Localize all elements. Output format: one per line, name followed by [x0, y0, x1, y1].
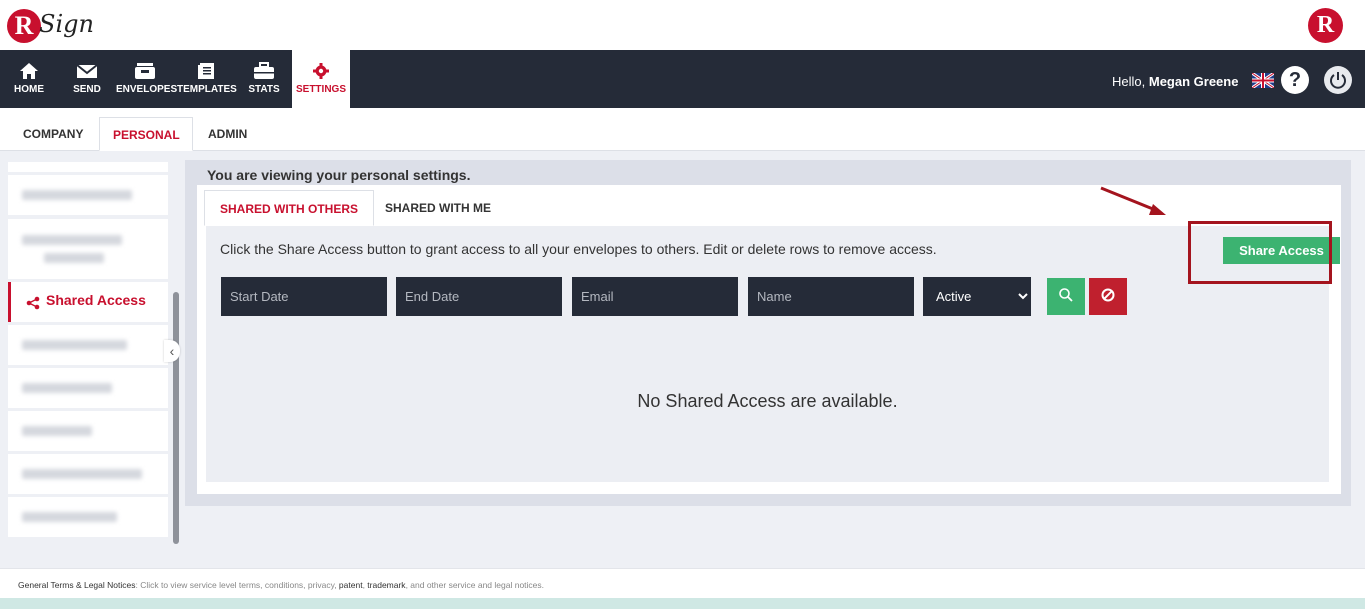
logo-text: Sign [39, 10, 94, 38]
blurred-label [22, 469, 142, 479]
nav-label: STATS [248, 84, 280, 95]
legal-text-end: , and other service and legal notices. [405, 580, 545, 590]
search-icon [1059, 288, 1073, 302]
sidebar-item-blurred[interactable] [8, 219, 168, 279]
envelope-icon [76, 64, 98, 78]
uk-flag-icon[interactable] [1252, 73, 1274, 88]
main-nav: HOME SEND ENVELOPES TEMPLATES STATS SETT… [0, 50, 1365, 108]
nav-label: SETTINGS [295, 84, 346, 95]
status-select[interactable]: Active [923, 277, 1031, 316]
tab-company[interactable]: COMPANY [10, 117, 96, 151]
sidebar-item-blurred[interactable] [8, 497, 168, 537]
legal-link[interactable]: General Terms & Legal Notices [18, 580, 135, 590]
blurred-label [44, 253, 104, 263]
empty-message: No Shared Access are available. [637, 391, 898, 411]
end-date-input[interactable] [396, 277, 562, 316]
sidebar-scrollbar[interactable] [173, 292, 179, 544]
nav-label: TEMPLATES [177, 84, 237, 95]
tab-shared-with-me[interactable]: SHARED WITH ME [370, 190, 506, 226]
settings-tabs: COMPANY PERSONAL ADMIN [0, 108, 1365, 151]
blurred-label [22, 512, 117, 522]
blurred-label [22, 340, 127, 350]
trademark-link[interactable]: trademark [367, 580, 405, 590]
logo-letter: R [7, 9, 41, 43]
nav-label: SEND [73, 84, 101, 95]
inbox-icon [135, 63, 155, 79]
user-name[interactable]: Megan Greene [1149, 74, 1239, 89]
page-title: You are viewing your personal settings. [207, 167, 471, 183]
share-icon [26, 296, 40, 310]
legal-notice: General Terms & Legal Notices: Click to … [18, 580, 544, 590]
document-icon [197, 63, 214, 79]
sidebar-item-blurred[interactable] [8, 411, 168, 451]
sidebar-item-blurred[interactable] [8, 175, 168, 215]
personal-settings-panel: You are viewing your personal settings. … [185, 160, 1351, 506]
settings-sidebar: Shared Access [8, 162, 170, 538]
name-input[interactable] [748, 277, 914, 316]
share-access-button[interactable]: Share Access [1223, 237, 1340, 264]
home-icon [20, 63, 38, 79]
footer: General Terms & Legal Notices: Click to … [0, 568, 1365, 598]
question-icon[interactable]: ? [1281, 66, 1309, 94]
brand-bar: R Sign R [0, 0, 1365, 50]
search-button[interactable] [1047, 278, 1085, 315]
rsign-logo[interactable]: R Sign [7, 6, 94, 48]
info-text: Click the Share Access button to grant a… [220, 241, 937, 257]
email-input[interactable] [572, 277, 738, 316]
tab-shared-with-others[interactable]: SHARED WITH OTHERS [204, 190, 374, 226]
shared-access-card: SHARED WITH OTHERS SHARED WITH ME Click … [197, 185, 1341, 494]
sidebar-item-blurred[interactable] [8, 368, 168, 408]
power-icon[interactable] [1324, 66, 1352, 94]
nav-label: HOME [14, 84, 44, 95]
nav-templates[interactable]: TEMPLATES [177, 50, 237, 108]
nav-home[interactable]: HOME [10, 50, 48, 108]
greeting-text: Hello, [1112, 74, 1149, 89]
legal-text: : Click to view service level terms, con… [135, 580, 339, 590]
sidebar-item-blurred[interactable] [8, 454, 168, 494]
nav-envelopes[interactable]: ENVELOPES [116, 50, 178, 108]
nav-settings[interactable]: SETTINGS [292, 50, 350, 108]
nav-stats[interactable]: STATS [245, 50, 283, 108]
tab-admin[interactable]: ADMIN [195, 117, 260, 151]
sidebar-item-label: Shared Access [46, 292, 146, 308]
start-date-input[interactable] [221, 277, 387, 316]
blurred-label [22, 383, 112, 393]
patent-link[interactable]: patent [339, 580, 363, 590]
shared-access-content: Click the Share Access button to grant a… [206, 226, 1340, 482]
red-arrow-annotation [1100, 186, 1166, 215]
ban-icon [1101, 288, 1115, 302]
blurred-label [22, 190, 132, 200]
nav-send[interactable]: SEND [68, 50, 106, 108]
blurred-label [22, 426, 92, 436]
sidebar-item-shared-access[interactable]: Shared Access [8, 282, 168, 322]
sidebar-item[interactable] [8, 162, 168, 172]
bottom-strip [0, 598, 1365, 609]
nav-label: ENVELOPES [116, 84, 178, 95]
user-greeting: Hello, Megan Greene [1112, 74, 1238, 89]
clear-filter-button[interactable] [1089, 278, 1127, 315]
tab-personal[interactable]: PERSONAL [99, 117, 193, 151]
blurred-label [22, 235, 122, 245]
briefcase-icon [254, 62, 274, 79]
rpost-logo: R [1308, 8, 1343, 43]
sidebar-item-blurred[interactable] [8, 325, 168, 365]
gear-icon [313, 63, 329, 79]
